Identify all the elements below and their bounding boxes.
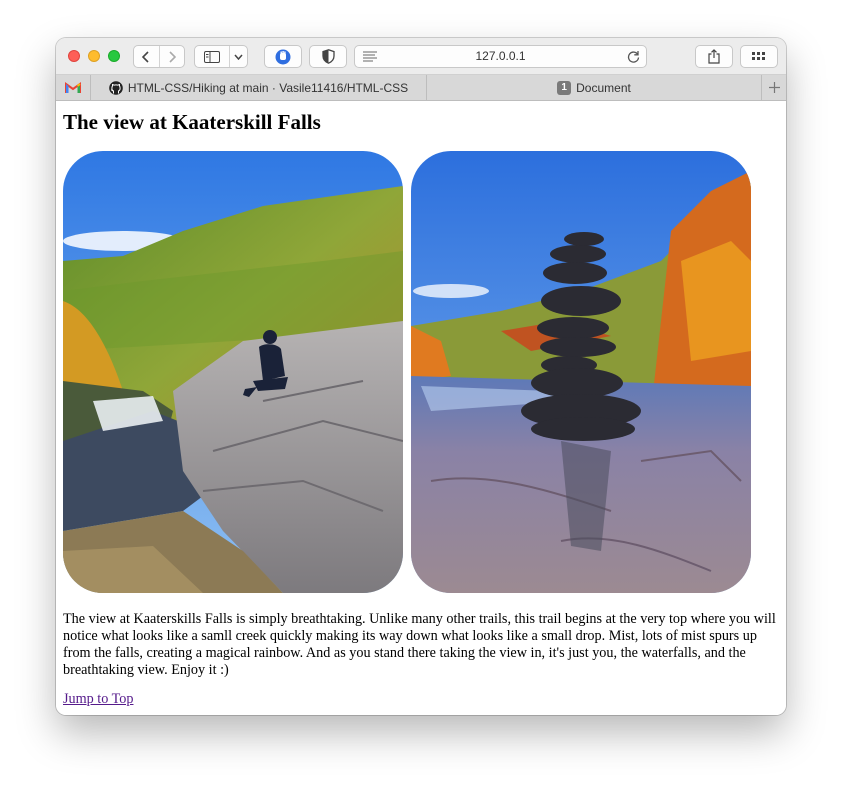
tab-document[interactable]: 1 Document — [427, 75, 761, 100]
chevron-right-icon — [169, 50, 176, 63]
description-paragraph: The view at Kaaterskills Falls is simply… — [63, 611, 776, 678]
sidebar-icon — [203, 50, 220, 63]
sidebar-menu-button[interactable] — [228, 46, 247, 67]
github-icon — [109, 80, 123, 95]
tab-github[interactable]: HTML-CSS/Hiking at main · Vasile11416/HT… — [91, 75, 427, 100]
title-bar: 127.0.0.1 — [56, 38, 786, 75]
forward-button[interactable] — [158, 46, 185, 67]
jump-to-top-link[interactable]: Jump to Top — [63, 691, 133, 708]
address-bar[interactable]: 127.0.0.1 — [354, 45, 647, 68]
shield-icon — [321, 49, 335, 64]
sidebar-button[interactable] — [195, 46, 229, 67]
share-icon — [708, 49, 720, 64]
hiker-on-rock-photo — [63, 151, 403, 593]
new-tab-button[interactable] — [761, 75, 786, 100]
close-window-button[interactable] — [68, 50, 80, 62]
tab-overview-button[interactable] — [740, 45, 778, 68]
zoom-window-button[interactable] — [108, 50, 120, 62]
tab-overview-icon — [752, 52, 765, 60]
plus-icon — [768, 82, 780, 93]
page-title: The view at Kaaterskill Falls — [63, 110, 321, 134]
browser-window: 127.0.0.1 HTML-CSS/Hiking at main · Vasi… — [56, 38, 786, 715]
tab-gmail[interactable] — [56, 75, 91, 100]
reload-icon[interactable] — [627, 50, 640, 63]
back-button[interactable] — [134, 46, 159, 67]
tab-bar: HTML-CSS/Hiking at main · Vasile11416/HT… — [56, 75, 786, 101]
hand-stop-icon — [275, 49, 291, 64]
sidebar-toggle-group — [194, 45, 248, 68]
tab-github-label: HTML-CSS/Hiking at main · Vasile11416/HT… — [127, 80, 409, 95]
page-content: The view at Kaaterskill Falls The view a… — [56, 101, 786, 715]
navigation-buttons — [133, 45, 185, 68]
tab-document-label: Document — [576, 80, 631, 95]
chevron-down-icon — [234, 54, 243, 60]
share-button[interactable] — [695, 45, 733, 68]
extension-button[interactable] — [264, 45, 302, 68]
tab-badge: 1 — [557, 80, 572, 95]
privacy-shield-button[interactable] — [309, 45, 347, 68]
address-url: 127.0.0.1 — [475, 49, 526, 63]
chevron-left-icon — [142, 50, 149, 63]
minimize-window-button[interactable] — [88, 50, 100, 62]
gmail-icon — [65, 81, 81, 93]
rock-cairn-photo — [411, 151, 751, 593]
